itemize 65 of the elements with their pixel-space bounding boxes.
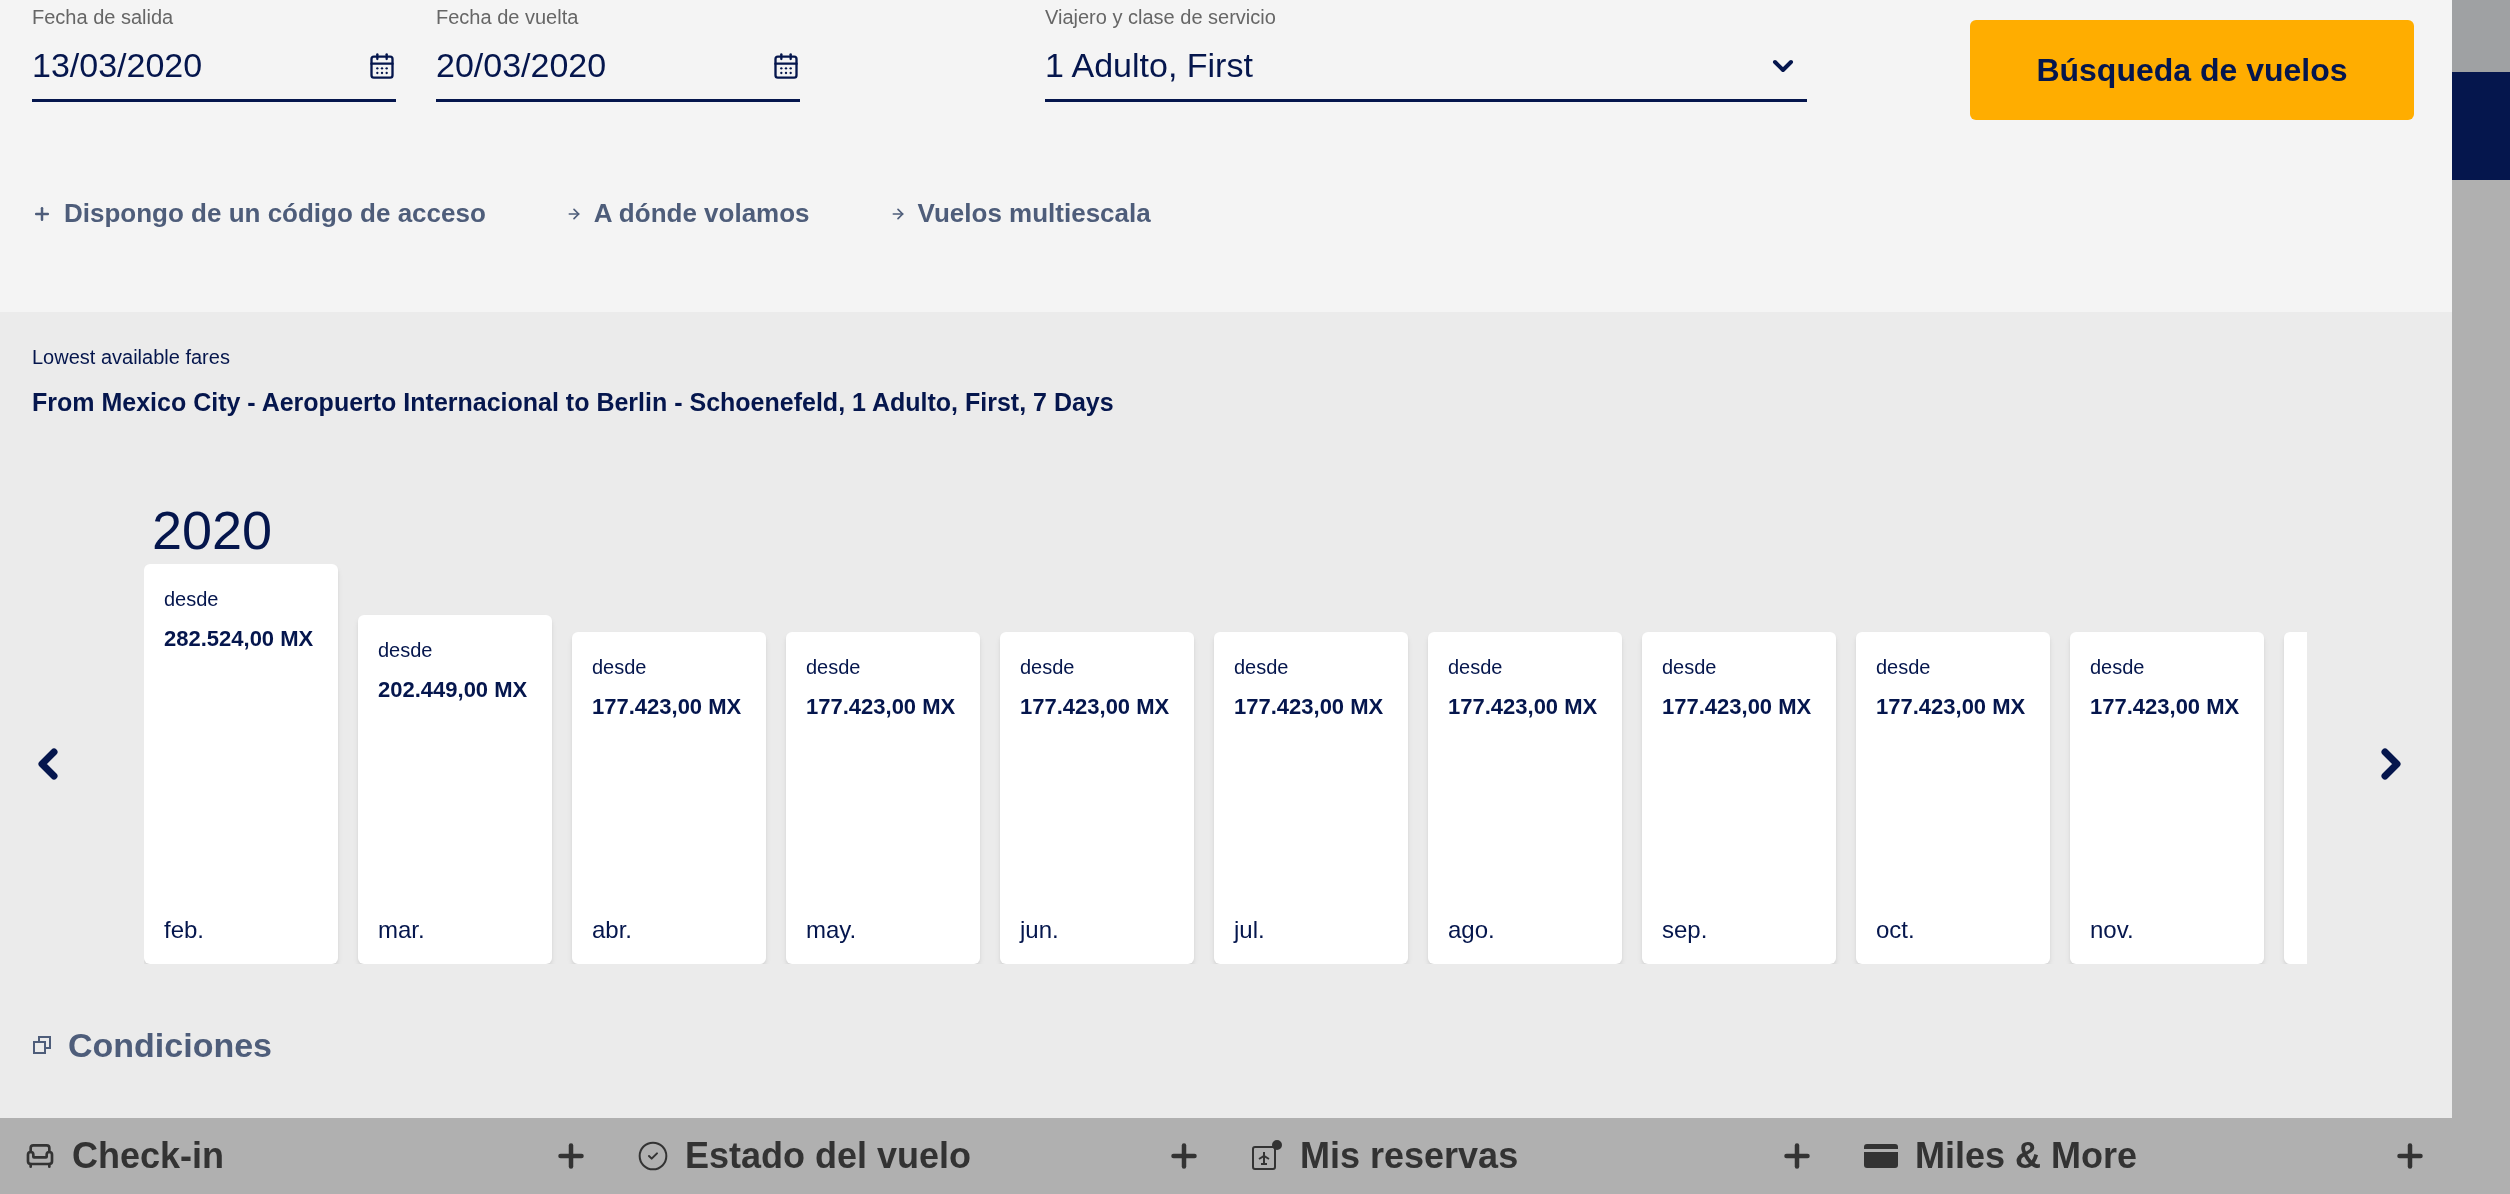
month-fare-card[interactable]: desde 177.423,00 MX sep.	[1642, 631, 1836, 964]
fare-price: 177.423,00 MX	[1234, 692, 1385, 721]
month-label: jun.	[1020, 914, 1060, 945]
field-label: Fecha de vuelta	[436, 6, 580, 28]
fare-price: 177.423,00 MX	[2090, 692, 2241, 721]
field-label: Fecha de salida	[32, 6, 175, 28]
fare-price: 177.423,00 MX	[1020, 692, 1171, 721]
month-label: sep.	[1662, 914, 1709, 945]
month-fare-card[interactable]: desde 177.423,00 MX nov.	[2070, 631, 2264, 964]
plane-document-icon	[1250, 1139, 1284, 1173]
fare-price: 177.423,00 MX	[1662, 692, 1813, 721]
fare-prefix: desde	[1448, 654, 1504, 680]
clock-check-icon	[637, 1140, 669, 1172]
month-label: feb.	[164, 914, 206, 945]
conditions-link[interactable]: Condiciones	[32, 1019, 2420, 1071]
month-label: abr.	[592, 914, 634, 945]
fare-price: 202.449,00 MX	[378, 676, 529, 705]
fare-price: 177.423,00 MX	[1876, 692, 2027, 721]
fare-prefix: desde	[1662, 654, 1718, 680]
search-flights-button[interactable]: Búsqueda de vuelos	[1970, 20, 2414, 120]
route-summary: From Mexico City - Aeropuerto Internacional to Berlin - Schoenefeld, 1 Adulto, First, 7 Days	[32, 387, 1115, 418]
month-fare-card[interactable]: desde 177.423,00 MX ago.	[1428, 631, 1622, 964]
year-heading: 2020	[152, 501, 274, 558]
quick-access-item[interactable]: Check-in	[0, 1129, 613, 1183]
quick-access-item[interactable]: Mis reservas	[1226, 1129, 1839, 1183]
calendar-icon	[772, 51, 800, 80]
fare-price: 177.423,00 MX	[1448, 692, 1599, 721]
month-fare-card[interactable]: desde 177.423,00 MX jul.	[1214, 631, 1408, 964]
calendar-icon	[368, 51, 396, 80]
fare-price: 282.524,00 MX	[164, 624, 315, 653]
fare-prefix: desde	[592, 654, 648, 680]
external-window-icon	[32, 1035, 52, 1055]
option-link[interactable]: Dispongo de un código de acceso	[32, 194, 486, 233]
fare-prefix: desde	[806, 654, 862, 680]
fare-prefix: desde	[378, 638, 434, 664]
fare-prefix: desde	[2090, 654, 2146, 680]
traveler-select[interactable]: 1 Adulto, First	[1045, 40, 1807, 102]
month-fare-card[interactable]: desde 202.449,00 MX mar.	[358, 615, 552, 964]
month-label: ago.	[1448, 914, 1496, 945]
fare-prefix: desde	[1020, 654, 1076, 680]
field-label: Viajero y clase de servicio	[1045, 6, 1277, 28]
quick-access-item[interactable]: Estado del vuelo	[613, 1129, 1226, 1183]
month-label: jul.	[1234, 914, 1266, 945]
date-field[interactable]: 13/03/2020	[32, 40, 396, 102]
month-fare-card[interactable]: desde 177.423,00 MX jun.	[1000, 631, 1194, 964]
fare-prefix: desde	[1234, 654, 1290, 680]
month-fare-card[interactable]: desde 177.423,00 MX abr.	[572, 631, 766, 964]
month-label: oct.	[1876, 914, 1916, 945]
quick-access-item[interactable]: Miles & More	[1839, 1129, 2452, 1183]
month-label: nov.	[2090, 914, 2135, 945]
card-icon	[1863, 1143, 1899, 1169]
side-panel	[2452, 0, 2510, 72]
fares-caption: Lowest available fares	[32, 345, 231, 370]
month-label: may.	[806, 914, 858, 945]
option-link[interactable]: Vuelos multiescala	[889, 194, 1151, 233]
fare-price: 177.423,00 MX	[592, 692, 743, 721]
month-fare-card[interactable]: desde 177.423,00 MX may.	[786, 631, 980, 964]
month-label: mar.	[378, 914, 426, 945]
fare-price: 177.423,00 MX	[806, 692, 957, 721]
month-fare-card[interactable]: desde 282.524,00 MX feb.	[144, 563, 338, 964]
fare-prefix: desde	[164, 586, 220, 612]
fare-prefix: desde	[1876, 654, 1932, 680]
date-field[interactable]: 20/03/2020	[436, 40, 800, 102]
month-fare-card[interactable]: desde 177.423,00 MX oct.	[1856, 631, 2050, 964]
option-link[interactable]: A dónde volamos	[565, 194, 810, 233]
